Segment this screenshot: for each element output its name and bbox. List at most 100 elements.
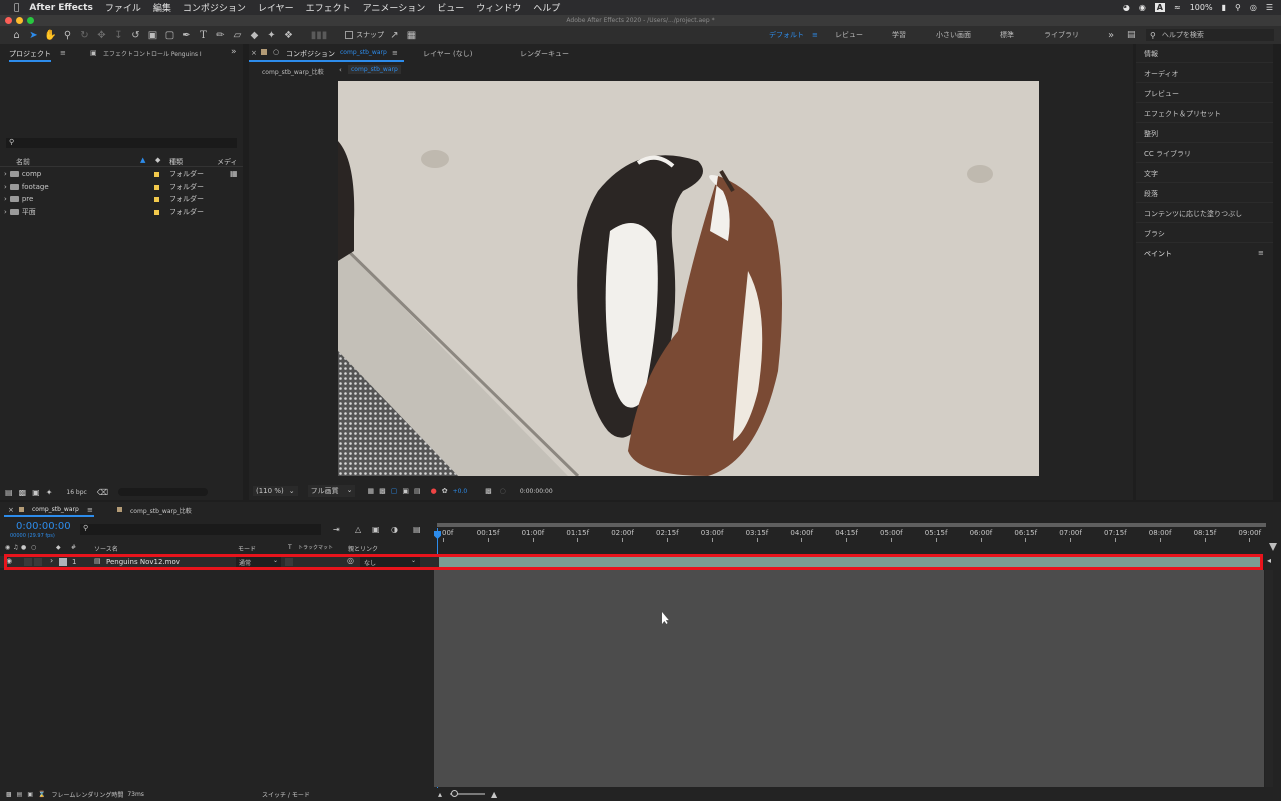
sort-arrow-icon[interactable]: ▲ bbox=[140, 156, 145, 164]
render-time-toggle-icon[interactable]: ⌛ bbox=[38, 791, 45, 798]
timeline-scrollbar[interactable] bbox=[1265, 570, 1273, 787]
snap-checkbox[interactable] bbox=[345, 31, 353, 39]
shy-layers-icon[interactable]: ▣ bbox=[372, 525, 380, 534]
pen-tool-icon[interactable]: ✒ bbox=[180, 29, 193, 41]
workspace-overflow-icon[interactable]: » bbox=[1108, 26, 1114, 44]
close-tab-icon[interactable]: × bbox=[251, 49, 257, 57]
workspace-default[interactable]: デフォルト bbox=[769, 30, 804, 40]
record-icon[interactable]: ◉ bbox=[1139, 3, 1146, 12]
flowchart-icon[interactable]: ▦ bbox=[230, 169, 238, 178]
show-snapshot-icon[interactable]: ○ bbox=[500, 487, 506, 495]
project-footer-slider[interactable] bbox=[118, 488, 209, 496]
zoom-tool-icon[interactable]: ⚲ bbox=[61, 29, 74, 41]
tab-composition-prefix[interactable]: コンポジション bbox=[286, 49, 335, 59]
tab-timeline-active[interactable]: comp_stb_warp bbox=[32, 506, 79, 513]
bpc-label[interactable]: 16 bpc bbox=[66, 489, 86, 496]
brush-tool-icon[interactable]: ✏ bbox=[214, 29, 227, 41]
input-source-icon[interactable]: A bbox=[1154, 3, 1165, 12]
type-tool-icon[interactable]: T bbox=[197, 29, 210, 41]
zoom-in-icon[interactable]: ▲ bbox=[491, 790, 497, 799]
fast-previews-icon[interactable]: ▦ bbox=[367, 487, 374, 495]
snap-options-icon[interactable]: ↗ bbox=[388, 29, 401, 41]
tab-layer[interactable]: レイヤー (なし) bbox=[423, 49, 472, 59]
column-mode[interactable]: モード bbox=[238, 544, 256, 553]
panel-cc-libraries[interactable]: CC ライブラリ bbox=[1144, 149, 1191, 159]
label-color-swatch[interactable] bbox=[154, 209, 159, 215]
expand-arrow-icon[interactable]: › bbox=[4, 208, 7, 216]
menu-layer[interactable]: レイヤー bbox=[258, 1, 294, 14]
timeline-search-field[interactable]: ⚲ bbox=[80, 524, 321, 535]
rectangle-tool-icon[interactable]: ▢ bbox=[163, 29, 176, 41]
column-media[interactable]: メディ bbox=[217, 157, 238, 167]
sync-settings-icon[interactable]: ▤ bbox=[1127, 26, 1136, 44]
work-area-bar[interactable] bbox=[437, 523, 1266, 527]
video-switch-icon[interactable]: ◉ bbox=[5, 544, 10, 551]
lock-icon[interactable]: ○ bbox=[273, 48, 279, 56]
new-composition-icon[interactable]: ▣ bbox=[32, 488, 40, 497]
label-color-swatch[interactable] bbox=[154, 184, 159, 190]
menu-composition[interactable]: コンポジション bbox=[183, 1, 246, 14]
zoom-out-icon[interactable]: ▴ bbox=[438, 790, 442, 799]
switch-mode-toggle[interactable]: スイッチ / モード bbox=[262, 790, 310, 799]
eraser-tool-icon[interactable]: ◆ bbox=[248, 29, 261, 41]
menu-view[interactable]: ビュー bbox=[437, 1, 464, 14]
siri-icon[interactable]: ◎ bbox=[1250, 3, 1257, 12]
panel-effects-presets[interactable]: エフェクト＆プリセット bbox=[1144, 109, 1221, 119]
exposure-value[interactable]: +0.0 bbox=[453, 488, 468, 495]
column-name[interactable]: 名前 bbox=[16, 157, 30, 167]
label-color-swatch[interactable] bbox=[154, 196, 159, 202]
workspace-menu-icon[interactable]: ≡ bbox=[812, 31, 818, 39]
wifi-icon[interactable]: ≈ bbox=[1174, 3, 1181, 12]
align-icons[interactable]: ▮▮▮ bbox=[299, 29, 339, 41]
tab-project[interactable]: プロジェクト bbox=[9, 49, 51, 62]
in-out-toggle-icon[interactable]: ▣ bbox=[27, 791, 33, 798]
menu-app-name[interactable]: After Effects bbox=[29, 3, 92, 13]
menu-file[interactable]: ファイル bbox=[105, 1, 141, 14]
hand-tool-icon[interactable]: ✋ bbox=[44, 29, 57, 41]
orbit-camera-icon[interactable]: ↻ bbox=[78, 29, 91, 41]
battery-icon[interactable]: ▮ bbox=[1222, 3, 1226, 12]
trash-icon[interactable]: ⌫ bbox=[97, 488, 108, 497]
menu-help[interactable]: ヘルプ bbox=[533, 1, 560, 14]
tab-composition-menu-icon[interactable]: ≡ bbox=[392, 49, 398, 57]
current-time-display[interactable]: 0:00:00:00 bbox=[520, 488, 553, 495]
panel-paragraph[interactable]: 段落 bbox=[1144, 189, 1158, 199]
workspace-standard[interactable]: 標準 bbox=[1000, 26, 1014, 44]
expand-arrow-icon[interactable]: › bbox=[4, 195, 7, 203]
column-track-matte[interactable]: トラックマット bbox=[298, 544, 333, 551]
project-item-comp[interactable]: › comp フォルダー bbox=[0, 168, 228, 180]
close-tab-icon[interactable]: × bbox=[8, 506, 14, 514]
roto-brush-tool-icon[interactable]: ✦ bbox=[265, 29, 278, 41]
label-tag-icon[interactable]: ◆ bbox=[56, 544, 61, 551]
column-type[interactable]: 種類 bbox=[169, 157, 183, 167]
new-folder-icon[interactable]: ▩ bbox=[19, 488, 27, 497]
menu-window[interactable]: ウィンドウ bbox=[476, 1, 521, 14]
project-item-footage[interactable]: › footage フォルダー bbox=[0, 181, 228, 193]
dolly-camera-icon[interactable]: ↧ bbox=[112, 29, 125, 41]
panel-overflow-icon[interactable]: » bbox=[231, 47, 237, 57]
solo-switch-icon[interactable]: ● bbox=[21, 544, 26, 551]
tab-project-menu-icon[interactable]: ≡ bbox=[60, 49, 66, 57]
panel-character[interactable]: 文字 bbox=[1144, 169, 1158, 179]
help-search-box[interactable]: ⚲ ヘルプを検索 bbox=[1146, 29, 1274, 41]
draft-3d-icon[interactable]: △ bbox=[355, 525, 361, 534]
column-source-name[interactable]: ソース名 bbox=[94, 544, 118, 553]
project-search-field[interactable]: ⚲ bbox=[6, 138, 237, 148]
motion-blur-icon[interactable]: ◑ bbox=[391, 525, 398, 534]
pan-camera-icon[interactable]: ✥ bbox=[95, 29, 108, 41]
keyframe-nav-icon[interactable]: ◂ bbox=[1267, 556, 1271, 565]
transfer-controls-toggle-icon[interactable]: ▤ bbox=[17, 791, 23, 798]
layer-switches-toggle-icon[interactable]: ▩ bbox=[6, 791, 12, 798]
column-t[interactable]: T bbox=[288, 544, 292, 551]
project-item-solids[interactable]: › 平面 フォルダー bbox=[0, 206, 228, 218]
project-item-pre[interactable]: › pre フォルダー bbox=[0, 193, 228, 205]
composition-viewer[interactable] bbox=[338, 81, 1039, 476]
transparency-grid-icon[interactable]: ▩ bbox=[379, 487, 386, 495]
menu-edit[interactable]: 編集 bbox=[153, 1, 171, 14]
tab-timeline-menu-icon[interactable]: ≡ bbox=[87, 506, 93, 514]
clone-stamp-tool-icon[interactable]: ▱ bbox=[231, 29, 244, 41]
workspace-learn[interactable]: 学習 bbox=[892, 26, 906, 44]
zoom-dropdown[interactable]: (110 %) ⌄ bbox=[253, 486, 298, 496]
panel-info[interactable]: 情報 bbox=[1144, 49, 1158, 59]
home-icon[interactable]: ⌂ bbox=[10, 29, 23, 41]
